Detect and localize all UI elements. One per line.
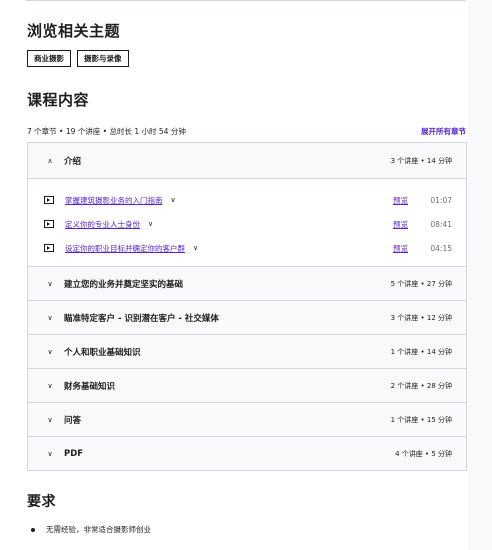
chevron-down-icon: ∨ [47,449,53,458]
section-title: 个人和职业基础知识 [64,347,141,358]
lecture-duration: 04:15 [430,243,452,253]
section-header[interactable]: ∨ 问答 1 个讲座 • 15 分钟 [28,402,466,436]
section-header[interactable]: ∨ PDF 4 个讲座 • 5 分钟 [28,436,466,470]
curriculum-accordion: ∧ 介绍 3 个讲座 • 14 分钟 掌握建筑摄影业务的入门指南 ∨ 预览 01… [27,142,467,471]
chevron-up-icon: ∧ [47,156,53,165]
preview-link[interactable]: 预览 [393,195,408,206]
lecture-duration: 01:07 [430,195,452,205]
section-header[interactable]: ∨ 财务基础知识 2 个讲座 • 28 分钟 [28,368,466,402]
curriculum-summary-row: 7 个章节 • 19 个讲座 • 总时长 1 小时 54 分钟 展开所有章节 [27,126,466,137]
chevron-down-icon[interactable]: ∨ [193,244,198,252]
section-meta: 5 个讲座 • 27 分钟 [390,279,452,288]
chevron-down-icon[interactable]: ∨ [171,196,176,204]
chevron-down-icon: ∨ [47,279,53,288]
chevron-down-icon[interactable]: ∨ [148,220,153,228]
section-title: PDF [64,448,84,459]
preview-link[interactable]: 预览 [393,243,408,254]
section-title: 问答 [64,415,82,426]
top-divider [26,0,466,1]
curriculum-summary: 7 个章节 • 19 个讲座 • 总时长 1 小时 54 分钟 [27,127,186,136]
requirement-item: 无需经验，非常适合摄影师创业 [31,524,151,535]
requirements-list: 无需经验，非常适合摄影师创业 [31,524,151,535]
topic-chip-photo-video[interactable]: 摄影与录像 [77,50,129,67]
lecture-item: 定义你的专业人士身份 ∨ 预览 08:41 [44,212,452,236]
section-meta: 3 个讲座 • 12 分钟 [390,313,452,322]
lecture-item: 掌握建筑摄影业务的入门指南 ∨ 预览 01:07 [44,188,452,212]
section-header[interactable]: ∨ 瞄准特定客户 - 识别潜在客户 - 社交媒体 3 个讲座 • 12 分钟 [28,300,466,334]
section-title: 财务基础知识 [64,381,116,392]
video-icon [44,244,54,252]
chevron-down-icon: ∨ [47,313,53,322]
video-icon [44,196,54,204]
course-content-heading: 课程内容 [27,91,90,109]
section-header[interactable]: ∨ 个人和职业基础知识 1 个讲座 • 14 分钟 [28,334,466,368]
topic-chip-row: 商业摄影 摄影与录像 [27,50,129,67]
section-title: 瞄准特定客户 - 识别潜在客户 - 社交媒体 [64,313,219,324]
topic-chip-commercial-photography[interactable]: 商业摄影 [27,50,71,67]
section-meta: 3 个讲座 • 14 分钟 [390,156,452,165]
lecture-item: 设定你的职业目标并确定你的客户群 ∨ 预览 04:15 [44,236,452,260]
browse-topics-heading: 浏览相关主题 [27,22,121,40]
section-lecture-list: 掌握建筑摄影业务的入门指南 ∨ 预览 01:07 定义你的专业人士身份 ∨ 预览… [28,178,466,266]
expand-all-sections-button[interactable]: 展开所有章节 [421,126,466,137]
section-header[interactable]: ∨ 建立您的业务并奠定坚实的基础 5 个讲座 • 27 分钟 [28,266,466,300]
chevron-down-icon: ∨ [47,381,53,390]
lecture-title-link[interactable]: 设定你的职业目标并确定你的客户群 [65,243,185,254]
chevron-down-icon: ∨ [47,415,53,424]
lecture-duration: 08:41 [430,219,452,229]
video-icon [44,220,54,228]
section-title: 建立您的业务并奠定坚实的基础 [64,279,184,290]
preview-link[interactable]: 预览 [393,219,408,230]
section-meta: 1 个讲座 • 15 分钟 [390,415,452,424]
section-header[interactable]: ∧ 介绍 3 个讲座 • 14 分钟 [28,143,466,178]
section-meta: 1 个讲座 • 14 分钟 [390,347,452,356]
section-title: 介绍 [64,156,82,167]
page-scroll-edge [468,0,492,550]
section-meta: 4 个讲座 • 5 分钟 [395,449,452,458]
bullet-icon [31,527,35,532]
requirements-heading: 要求 [27,494,56,510]
chevron-down-icon: ∨ [47,347,53,356]
lecture-title-link[interactable]: 掌握建筑摄影业务的入门指南 [65,195,163,206]
requirement-text: 无需经验，非常适合摄影师创业 [46,525,151,534]
lecture-title-link[interactable]: 定义你的专业人士身份 [65,219,140,230]
section-meta: 2 个讲座 • 28 分钟 [390,381,452,390]
